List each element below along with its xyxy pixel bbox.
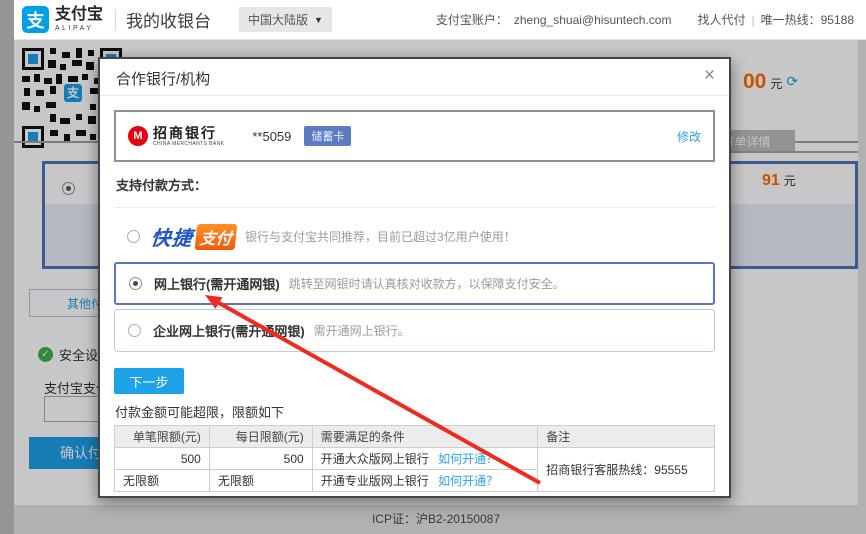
table-row: 500 500 开通大众版网上银行 如何开通？ 招商银行客服热线：95555: [115, 448, 715, 470]
cell-remark: 招商银行客服热线：95555: [538, 448, 715, 492]
cell-per-tx-1: 500: [115, 448, 210, 470]
quick-pay-logo-blue: 快捷: [149, 222, 194, 251]
how-to-open-link-1[interactable]: 如何开通？: [438, 452, 498, 466]
condition-text-1: 开通大众版网上银行: [321, 452, 429, 466]
close-icon[interactable]: ×: [704, 63, 715, 90]
next-step-label: 下一步: [129, 372, 168, 391]
option-corporate-banking[interactable]: 企业网上银行(需开通网银) 需开通网上银行。: [114, 309, 715, 352]
payment-methods-divider: [114, 207, 715, 208]
quick-pay-logo: 快捷 支付: [149, 222, 237, 251]
dialog-title: 合作银行/机构: [116, 68, 210, 89]
selected-bank-box: M 招商银行 CHINA MERCHANTS BANK **5059 储蓄卡 修…: [114, 110, 715, 162]
next-step-button[interactable]: 下一步: [114, 368, 184, 394]
card-type-badge: 储蓄卡: [304, 126, 351, 146]
chevron-down-icon: ▼: [314, 15, 323, 25]
table-header-row: 单笔限额(元) 每日限额(元) 需要满足的条件 备注: [115, 426, 715, 448]
region-version-dropdown[interactable]: 中国大陆版 ▼: [239, 7, 332, 32]
radio-online-banking[interactable]: [129, 277, 142, 290]
edit-bank-link[interactable]: 修改: [677, 128, 701, 145]
region-version-label: 中国大陆版: [248, 11, 308, 28]
page-left-band: [0, 0, 14, 534]
header-conditions: 需要满足的条件: [312, 426, 538, 448]
alipay-logo-text: 支付宝 ALIPAY: [55, 7, 103, 32]
online-banking-desc: 跳转至网银时请认真核对收款方，以保障支付安全。: [289, 275, 565, 292]
bank-name-en: CHINA MERCHANTS BANK: [153, 142, 224, 147]
corporate-banking-label: 企业网上银行(需开通网银): [153, 321, 305, 340]
alipay-logo-glyph: 支: [27, 7, 45, 33]
cell-condition-1: 开通大众版网上银行 如何开通？: [312, 448, 538, 470]
header-divider: [115, 9, 116, 31]
quick-pay-logo-orange: 支付: [195, 224, 238, 250]
header-bar: 支 支付宝 ALIPAY 我的收银台 中国大陆版 ▼ 支付宝账户： zheng_…: [14, 0, 866, 40]
quick-pay-desc: 银行与支付宝共同推荐，目前已超过3亿用户使用！: [245, 228, 516, 245]
bank-name-cn: 招商银行: [153, 126, 224, 140]
header-account-area: 支付宝账户： zheng_shuai@hisuntech.com 找人代付 | …: [436, 11, 854, 28]
page-title: 我的收银台: [126, 7, 211, 32]
payment-methods-label: 支持付款方式：: [116, 175, 207, 194]
cell-condition-2: 开通专业版网上银行 如何开通？: [312, 470, 538, 492]
corporate-banking-desc: 需开通网上银行。: [314, 322, 410, 339]
cell-daily-1: 500: [209, 448, 312, 470]
account-email: zheng_shuai@hisuntech.com: [514, 13, 672, 27]
cmb-logo-icon: M: [128, 126, 148, 146]
hotline-label: 唯一热线：95188: [761, 11, 854, 28]
cell-daily-2: 无限额: [209, 470, 312, 492]
account-label: 支付宝账户：: [436, 11, 508, 28]
partner-banks-dialog: 合作银行/机构 × M 招商银行 CHINA MERCHANTS BANK **…: [98, 57, 731, 498]
pay-for-other-link[interactable]: 找人代付: [697, 11, 745, 28]
cmb-bank-logo: M 招商银行 CHINA MERCHANTS BANK: [128, 126, 224, 147]
cell-per-tx-2: 无限额: [115, 470, 210, 492]
limits-note: 付款金额可能超限，限额如下: [115, 402, 284, 421]
condition-text-2: 开通专业版网上银行: [321, 474, 429, 488]
alipay-name-cn: 支付宝: [55, 7, 103, 23]
alipay-logo-icon: 支: [22, 6, 49, 33]
radio-corporate-banking[interactable]: [128, 324, 141, 337]
option-online-banking[interactable]: 网上银行(需开通网银) 跳转至网银时请认真核对收款方，以保障支付安全。: [114, 262, 715, 305]
radio-quick-pay[interactable]: [127, 230, 140, 243]
header-text-separator: |: [752, 13, 755, 27]
alipay-name-en: ALIPAY: [55, 25, 103, 32]
option-quick-pay[interactable]: 快捷 支付 银行与支付宝共同推荐，目前已超过3亿用户使用！: [114, 215, 715, 258]
dialog-title-divider: [100, 95, 729, 96]
card-number: **5059: [252, 129, 291, 144]
how-to-open-link-2[interactable]: 如何开通？: [438, 474, 498, 488]
header-remarks: 备注: [538, 426, 715, 448]
header-daily-limit: 每日限额(元): [209, 426, 312, 448]
limits-table: 单笔限额(元) 每日限额(元) 需要满足的条件 备注 500 500 开通大众版…: [114, 425, 715, 492]
header-per-tx-limit: 单笔限额(元): [115, 426, 210, 448]
online-banking-label: 网上银行(需开通网银): [154, 274, 280, 293]
